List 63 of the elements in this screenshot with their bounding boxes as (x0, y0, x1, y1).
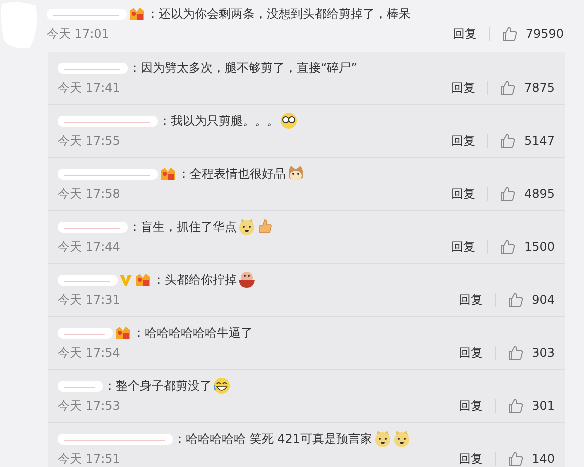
timestamp: 今天 17:31 (58, 292, 120, 309)
like-button[interactable]: 303 (508, 344, 555, 362)
timestamp: 今天 17:55 (58, 133, 120, 150)
reply-button[interactable]: 回复 (451, 185, 476, 203)
comment-text: ：哈哈哈哈哈 笑死 421可真是预言家 (174, 431, 373, 448)
thumbs-up-icon (508, 451, 524, 467)
reply-button[interactable]: 回复 (451, 132, 476, 150)
blur-patch (58, 273, 118, 287)
comment-text: ：整个身子都剪没了 (104, 378, 212, 395)
reply-button[interactable]: 回复 (459, 397, 484, 415)
thumbs-up-icon (508, 398, 524, 414)
reply-button[interactable]: 回复 (459, 344, 484, 362)
timestamp: 今天 17:51 (58, 451, 120, 467)
like-button[interactable]: 5147 (500, 132, 555, 150)
thumbs-up-icon (500, 186, 516, 202)
like-button[interactable]: 301 (508, 397, 555, 415)
like-button[interactable]: 904 (508, 291, 555, 309)
timestamp: 今天 17:44 (58, 239, 120, 256)
thumbs-up-icon (500, 239, 516, 255)
like-button[interactable]: 140 (508, 450, 555, 467)
comment-text: ：我以为只剪腿。。。 (159, 113, 279, 130)
level-badge-icon (114, 325, 132, 341)
level-badge-icon (159, 166, 177, 182)
reply-button[interactable]: 回复 (459, 291, 484, 309)
thumbs-up-icon (500, 80, 516, 96)
like-button[interactable]: 1500 (500, 238, 555, 256)
comment-text: ：全程表情也很好品 (178, 166, 286, 183)
thumbs-up-icon (508, 292, 524, 308)
blur-patch (58, 326, 113, 340)
comment-text: ：还以为你会剩两条，没想到头都给剪掉了，棒呆 (147, 6, 411, 23)
comment-text: ：盲生，抓住了华点 (129, 219, 237, 236)
timestamp: 今天 17:54 (58, 345, 120, 362)
glasses-face-icon (280, 112, 298, 130)
timestamp: 今天 17:58 (58, 186, 120, 203)
reply-button[interactable]: 回复 (459, 450, 484, 467)
thumbs-up-icon (508, 345, 524, 361)
thumbs-up-icon (257, 218, 273, 236)
reply-button[interactable]: 回复 (451, 79, 476, 97)
dog-face-icon (238, 218, 256, 236)
dog-face-icon (392, 430, 411, 448)
thumbs-up-icon (502, 26, 518, 42)
dog-face-icon (374, 430, 392, 448)
like-button[interactable]: 4895 (500, 185, 555, 203)
level-badge-icon (128, 6, 146, 22)
blur-patch (58, 379, 103, 393)
timestamp: 今天 17:41 (58, 80, 120, 97)
comment-text: ：哈哈哈哈哈哈牛逼了 (133, 325, 253, 342)
comment-text: ：头都给你拧掉 (153, 272, 237, 289)
verified-v-icon (119, 272, 133, 288)
like-button[interactable]: 79590 (502, 25, 564, 43)
bowl-face-icon (238, 271, 256, 289)
cat-face-icon (287, 165, 305, 183)
level-badge-icon (134, 272, 152, 288)
comment-text: ：因为劈太多次，腿不够剪了，直接“碎尸” (129, 60, 358, 77)
timestamp: 今天 17:53 (58, 398, 120, 415)
blur-patch (58, 61, 128, 75)
thumbs-up-icon (500, 133, 516, 149)
reply-button[interactable]: 回复 (451, 238, 476, 256)
blur-patch (58, 220, 128, 234)
like-button[interactable]: 7875 (500, 79, 555, 97)
reply-button[interactable]: 回复 (452, 25, 477, 43)
timestamp: 今天 17:01 (47, 26, 110, 43)
laughing-face-icon (213, 377, 231, 395)
